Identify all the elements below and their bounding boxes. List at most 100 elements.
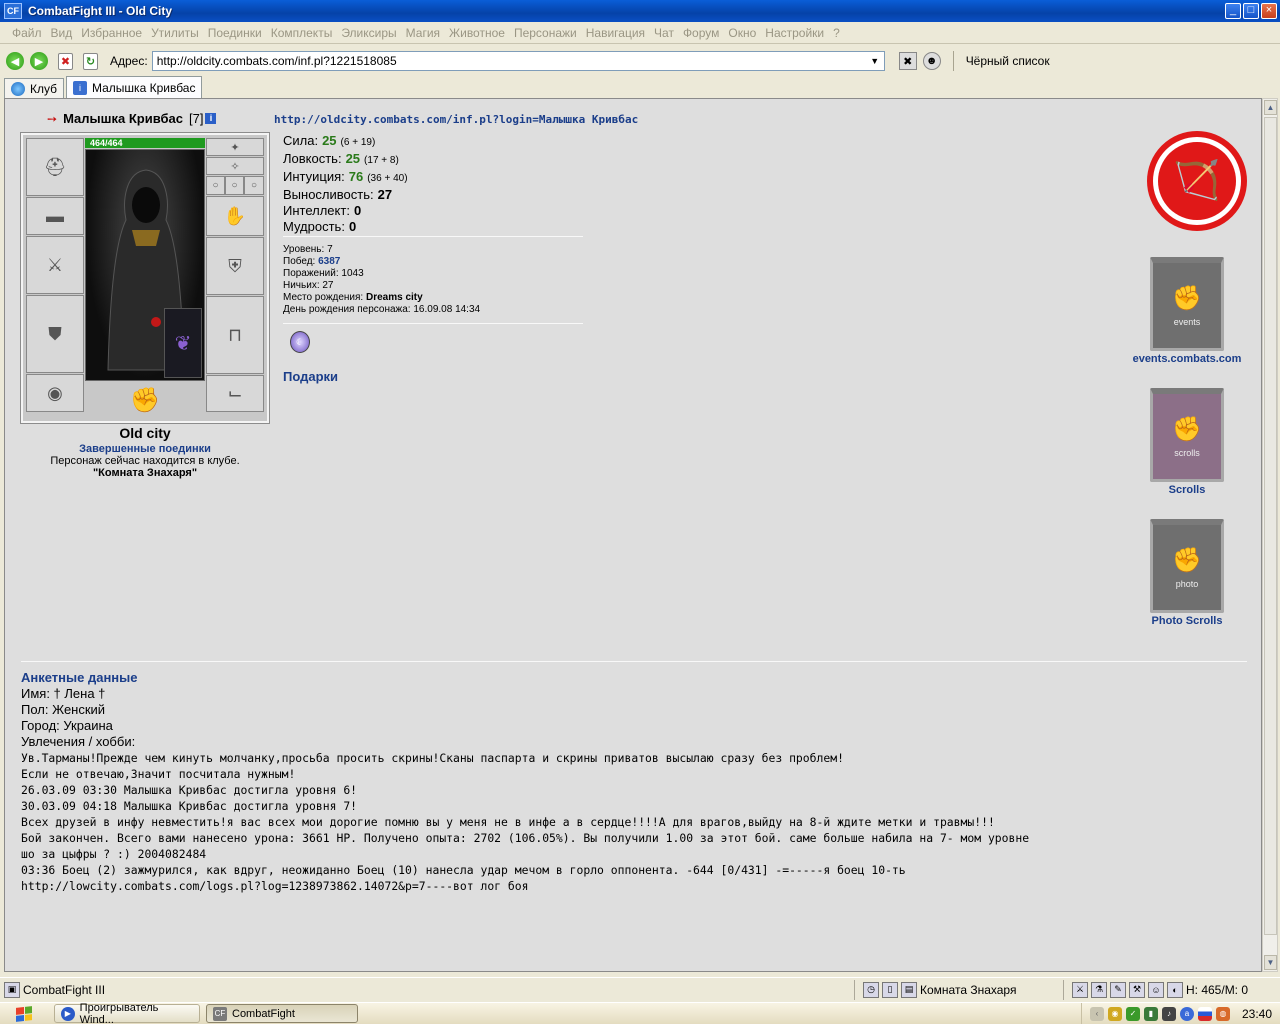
menu-utilities[interactable]: Утилиты	[151, 26, 199, 40]
earrings-slot[interactable]: ✧	[206, 157, 264, 175]
firefox-icon[interactable]: ◍	[1215, 1006, 1230, 1021]
refresh-button[interactable]: ↻	[83, 52, 98, 70]
stop-button[interactable]: ✖	[58, 52, 73, 70]
clan-badge-icon[interactable]: ☾	[290, 331, 310, 353]
potion-icon[interactable]: ⚗	[1091, 981, 1107, 998]
bracers-slot[interactable]: ▬	[26, 197, 84, 235]
shield-icon[interactable]: ◐	[1167, 981, 1183, 998]
signal-icon[interactable]: ▮	[1143, 1006, 1158, 1021]
door-icon[interactable]: ▯	[882, 981, 898, 998]
ring-slot-1[interactable]: ○	[206, 176, 225, 195]
info-value: Dreams city	[366, 292, 423, 303]
clear-icon[interactable]: ✖	[898, 52, 917, 70]
scroll-down-icon[interactable]: ▼	[1264, 955, 1277, 970]
menu-settings[interactable]: Настройки	[765, 26, 824, 40]
fight-icon[interactable]: ⚔	[1072, 981, 1088, 998]
close-button[interactable]: ×	[1261, 3, 1277, 19]
scroll-up-icon[interactable]: ▲	[1264, 100, 1277, 115]
start-button[interactable]	[0, 1004, 48, 1024]
menu-magic[interactable]: Магия	[406, 26, 440, 40]
armor-slot[interactable]: ⛊	[26, 295, 84, 373]
scroll-thumb[interactable]	[1264, 117, 1277, 935]
menu-window[interactable]: Окно	[728, 26, 756, 40]
section-divider	[21, 661, 1247, 662]
menu-help[interactable]: ?	[833, 26, 840, 40]
menu-sets[interactable]: Комплекты	[271, 26, 333, 40]
stat-row: Мудрость: 0	[283, 219, 408, 235]
menu-forum[interactable]: Форум	[683, 26, 719, 40]
shield-slot[interactable]: ⛨	[206, 237, 264, 295]
gloves-slot[interactable]: ✋	[206, 196, 264, 236]
archer-emblem-icon[interactable]: 🏹	[1147, 131, 1247, 231]
speaker-icon[interactable]: ♪	[1161, 1006, 1176, 1021]
blacklist-button[interactable]: Чёрный список	[966, 54, 1050, 68]
menu-characters[interactable]: Персонажи	[514, 26, 577, 40]
character-level: [7]	[189, 111, 204, 126]
tab-character[interactable]: i Малышка Кривбас	[66, 76, 203, 98]
info-label: Ничьих:	[283, 280, 320, 291]
menu-fights[interactable]: Поединки	[208, 26, 262, 40]
mask-icon[interactable]: ☺	[1148, 981, 1164, 998]
info-birthplace: Место рождения: Dreams city	[283, 292, 480, 304]
vertical-scrollbar[interactable]: ▲ ▼	[1262, 98, 1278, 972]
window-icon: ▣	[4, 981, 20, 998]
ring-slot-2[interactable]: ○	[225, 176, 244, 195]
events-banner[interactable]: ✊ events events.combats.com	[1123, 257, 1251, 365]
character-info-link[interactable]: http://oldcity.combats.com/inf.pl?login=…	[274, 113, 638, 126]
menu-chat[interactable]: Чат	[654, 26, 674, 40]
messenger-icon[interactable]: a	[1179, 1006, 1194, 1021]
menu-elixirs[interactable]: Эликсиры	[341, 26, 396, 40]
forward-button[interactable]: ▶	[30, 52, 48, 70]
shield-icon[interactable]: ✓	[1125, 1006, 1140, 1021]
chevron-left-icon[interactable]: ‹	[1089, 1006, 1104, 1021]
status-divider	[854, 979, 855, 1000]
language-flag-icon[interactable]	[1197, 1006, 1212, 1021]
photo-scrolls-link[interactable]: Photo Scrolls	[1123, 615, 1251, 627]
menu-pet[interactable]: Животное	[449, 26, 505, 40]
menu-favorites[interactable]: Избранное	[81, 26, 142, 40]
stat-sub: (17 + 8)	[364, 155, 399, 166]
network-icon[interactable]: ◉	[1107, 1006, 1122, 1021]
address-input[interactable]: http://oldcity.combats.com/inf.pl?122151…	[151, 51, 885, 71]
gifts-link[interactable]: Подарки	[283, 369, 338, 384]
taskbar-combatfight[interactable]: CF CombatFight	[206, 1004, 358, 1023]
hobby-line: Всех друзей в инфу невместить!я вас всех…	[21, 815, 995, 829]
leggings-slot[interactable]: ⊓	[206, 296, 264, 374]
belt-slot[interactable]: ◉	[26, 374, 84, 412]
back-button[interactable]: ◀	[6, 52, 24, 70]
chevron-down-icon[interactable]: ▼	[867, 53, 883, 69]
people-icon[interactable]: ☻	[922, 52, 941, 70]
pet-slot[interactable]: ❦	[164, 308, 202, 378]
tab-strip: Клуб i Малышка Кривбас	[0, 76, 1280, 98]
amulet-slot[interactable]: ✦	[206, 138, 264, 156]
scrolls-banner[interactable]: ✊ scrolls Scrolls	[1123, 388, 1251, 496]
scrolls-link[interactable]: Scrolls	[1123, 484, 1251, 496]
windows-logo-icon	[16, 1005, 32, 1022]
tab-club[interactable]: Клуб	[4, 78, 64, 98]
info-icon[interactable]: i	[205, 113, 217, 124]
tools-icon[interactable]: ⚒	[1129, 981, 1145, 998]
scroll-icon[interactable]: ✎	[1110, 981, 1126, 998]
finished-fights-link[interactable]: Завершенные поединки	[21, 443, 269, 455]
ring-slot-3[interactable]: ○	[244, 176, 264, 195]
info-wins: Побед: 6387	[283, 256, 480, 268]
menu-navigation[interactable]: Навигация	[586, 26, 645, 40]
bow-icon: 🏹	[1158, 142, 1236, 220]
profile-section: Анкетные данные Имя: † Лена † Пол: Женск…	[21, 670, 1251, 894]
boots-slot[interactable]: ⌙	[206, 375, 264, 412]
taskbar: ▶ Проигрыватель Wind... CF CombatFight ‹…	[0, 1002, 1280, 1024]
info-value[interactable]: 6387	[318, 256, 340, 267]
menu-file[interactable]: Файл	[12, 26, 42, 40]
events-link[interactable]: events.combats.com	[1123, 353, 1251, 365]
taskbar-media-player[interactable]: ▶ Проигрыватель Wind...	[54, 1002, 200, 1024]
maximize-button[interactable]: □	[1243, 3, 1259, 19]
stat-row: Выносливость: 27	[283, 187, 408, 203]
weapon-slot[interactable]: ⚔	[26, 236, 84, 294]
banner-tag: events	[1173, 317, 1201, 327]
minimize-button[interactable]: _	[1225, 3, 1241, 19]
clock-icon[interactable]: ◷	[863, 981, 879, 998]
menu-view[interactable]: Вид	[51, 26, 73, 40]
book-icon[interactable]: ▤	[901, 981, 917, 998]
helmet-slot[interactable]: ⛑	[26, 138, 84, 196]
photo-scrolls-banner[interactable]: ✊ photo Photo Scrolls	[1123, 519, 1251, 627]
